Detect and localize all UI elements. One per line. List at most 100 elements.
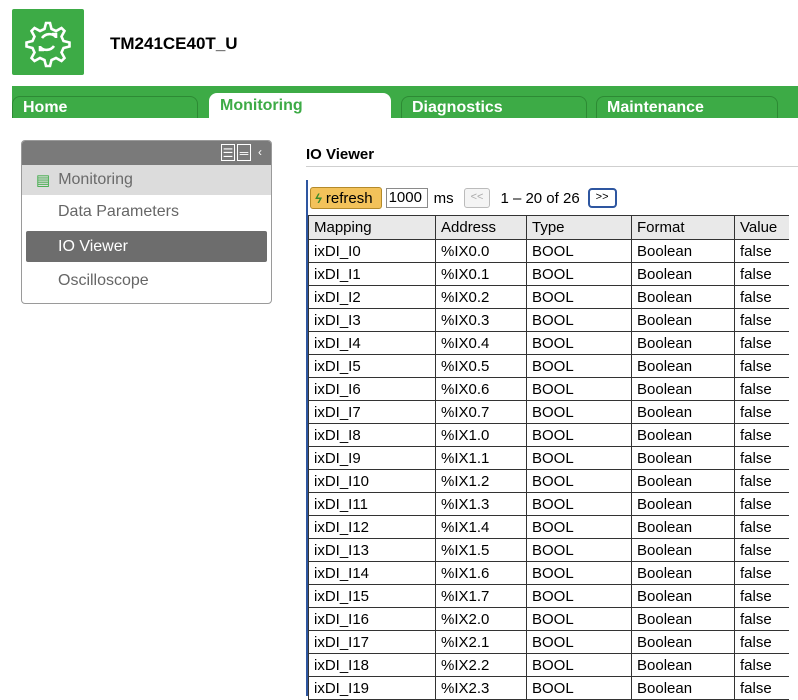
table-row[interactable]: ixDI_I9 %IX1.1 BOOL Boolean false	[308, 446, 789, 470]
prev-page-button[interactable]: <<	[463, 188, 491, 208]
refresh-interval-input[interactable]	[385, 188, 428, 208]
table-row[interactable]: ixDI_I11 %IX1.3 BOOL Boolean false	[308, 492, 789, 516]
cell-mapping: ixDI_I16	[308, 607, 436, 631]
cell-type: BOOL	[526, 561, 632, 585]
collapse-icon[interactable]: ‹	[253, 144, 267, 161]
cell-format: Boolean	[631, 423, 735, 447]
header-type[interactable]: Type	[526, 215, 632, 240]
page-title: IO Viewer	[306, 146, 375, 163]
table-row[interactable]: ixDI_I17 %IX2.1 BOOL Boolean false	[308, 630, 789, 654]
title-divider	[306, 166, 798, 167]
cell-value: false	[734, 331, 789, 355]
cell-value: false	[734, 400, 789, 424]
cell-mapping: ixDI_I2	[308, 285, 436, 309]
cell-format: Boolean	[631, 331, 735, 355]
header-address[interactable]: Address	[435, 215, 527, 240]
cell-address: %IX0.6	[435, 377, 527, 401]
cell-format: Boolean	[631, 630, 735, 654]
table-row[interactable]: ixDI_I0 %IX0.0 BOOL Boolean false	[308, 239, 789, 263]
cell-address: %IX2.2	[435, 653, 527, 677]
cell-mapping: ixDI_I3	[308, 308, 436, 332]
cell-format: Boolean	[631, 354, 735, 378]
sidebar-section-monitoring[interactable]: ▤ Monitoring	[22, 165, 271, 195]
cell-type: BOOL	[526, 285, 632, 309]
tab-monitoring[interactable]: Monitoring	[209, 93, 391, 119]
cell-value: false	[734, 538, 789, 562]
table-row[interactable]: ixDI_I18 %IX2.2 BOOL Boolean false	[308, 653, 789, 677]
next-page-button[interactable]: >>	[587, 188, 617, 208]
cell-value: false	[734, 377, 789, 401]
table-row[interactable]: ixDI_I5 %IX0.5 BOOL Boolean false	[308, 354, 789, 378]
refresh-icon: ϟ	[315, 190, 322, 206]
table-row[interactable]: ixDI_I13 %IX1.5 BOOL Boolean false	[308, 538, 789, 562]
refresh-button[interactable]: ϟ refresh	[310, 187, 382, 209]
cell-address: %IX1.5	[435, 538, 527, 562]
header-mapping[interactable]: Mapping	[308, 215, 436, 240]
table-row[interactable]: ixDI_I1 %IX0.1 BOOL Boolean false	[308, 262, 789, 286]
cell-format: Boolean	[631, 469, 735, 493]
cell-type: BOOL	[526, 584, 632, 608]
app-logo	[12, 9, 84, 75]
table-row[interactable]: ixDI_I6 %IX0.6 BOOL Boolean false	[308, 377, 789, 401]
table-row[interactable]: ixDI_I14 %IX1.6 BOOL Boolean false	[308, 561, 789, 585]
tab-maintenance[interactable]: Maintenance	[596, 96, 778, 118]
cell-mapping: ixDI_I12	[308, 515, 436, 539]
sidebar-item-io-viewer[interactable]: IO Viewer	[26, 231, 267, 262]
table-row[interactable]: ixDI_I3 %IX0.3 BOOL Boolean false	[308, 308, 789, 332]
cell-value: false	[734, 308, 789, 332]
table-row[interactable]: ixDI_I8 %IX1.0 BOOL Boolean false	[308, 423, 789, 447]
sidebar: ☰ ═ ‹ ▤ Monitoring Data Parameters IO Vi…	[21, 140, 272, 304]
cell-type: BOOL	[526, 308, 632, 332]
cell-value: false	[734, 653, 789, 677]
cell-type: BOOL	[526, 538, 632, 562]
cell-address: %IX0.3	[435, 308, 527, 332]
header-value[interactable]: Value	[734, 215, 789, 240]
compact-view-icon[interactable]: ═	[237, 144, 251, 161]
cell-address: %IX0.5	[435, 354, 527, 378]
cell-format: Boolean	[631, 262, 735, 286]
cell-format: Boolean	[631, 538, 735, 562]
cell-address: %IX2.3	[435, 676, 527, 700]
table-row[interactable]: ixDI_I10 %IX1.2 BOOL Boolean false	[308, 469, 789, 493]
io-table: Mapping Address Type Format Value ixDI_I…	[308, 215, 789, 700]
table-row[interactable]: ixDI_I15 %IX1.7 BOOL Boolean false	[308, 584, 789, 608]
cell-address: %IX0.0	[435, 239, 527, 263]
sidebar-item-data-parameters[interactable]: Data Parameters	[22, 195, 271, 229]
cell-address: %IX1.3	[435, 492, 527, 516]
cell-mapping: ixDI_I19	[308, 676, 436, 700]
cell-mapping: ixDI_I18	[308, 653, 436, 677]
cell-type: BOOL	[526, 262, 632, 286]
table-row[interactable]: ixDI_I2 %IX0.2 BOOL Boolean false	[308, 285, 789, 309]
cell-mapping: ixDI_I1	[308, 262, 436, 286]
cell-type: BOOL	[526, 400, 632, 424]
cell-address: %IX1.7	[435, 584, 527, 608]
cell-value: false	[734, 285, 789, 309]
cell-format: Boolean	[631, 239, 735, 263]
pager-range: 1 – 20 of 26	[500, 189, 580, 207]
cell-format: Boolean	[631, 308, 735, 332]
table-row[interactable]: ixDI_I7 %IX0.7 BOOL Boolean false	[308, 400, 789, 424]
table-row[interactable]: ixDI_I12 %IX1.4 BOOL Boolean false	[308, 515, 789, 539]
cell-mapping: ixDI_I13	[308, 538, 436, 562]
header-format[interactable]: Format	[631, 215, 735, 240]
tab-diagnostics[interactable]: Diagnostics	[401, 96, 587, 118]
interval-unit: ms	[433, 189, 454, 207]
gear-logo-icon	[25, 21, 71, 68]
tab-home[interactable]: Home	[12, 96, 198, 118]
cell-type: BOOL	[526, 446, 632, 470]
sidebar-item-oscilloscope[interactable]: Oscilloscope	[22, 264, 271, 298]
cell-value: false	[734, 239, 789, 263]
cell-value: false	[734, 354, 789, 378]
table-row[interactable]: ixDI_I16 %IX2.0 BOOL Boolean false	[308, 607, 789, 631]
cell-mapping: ixDI_I4	[308, 331, 436, 355]
table-row[interactable]: ixDI_I19 %IX2.3 BOOL Boolean false	[308, 676, 789, 700]
list-view-icon[interactable]: ☰	[221, 144, 235, 161]
monitoring-icon: ▤	[36, 172, 51, 189]
cell-address: %IX0.1	[435, 262, 527, 286]
cell-type: BOOL	[526, 653, 632, 677]
cell-format: Boolean	[631, 653, 735, 677]
cell-value: false	[734, 423, 789, 447]
cell-value: false	[734, 584, 789, 608]
table-row[interactable]: ixDI_I4 %IX0.4 BOOL Boolean false	[308, 331, 789, 355]
cell-type: BOOL	[526, 331, 632, 355]
